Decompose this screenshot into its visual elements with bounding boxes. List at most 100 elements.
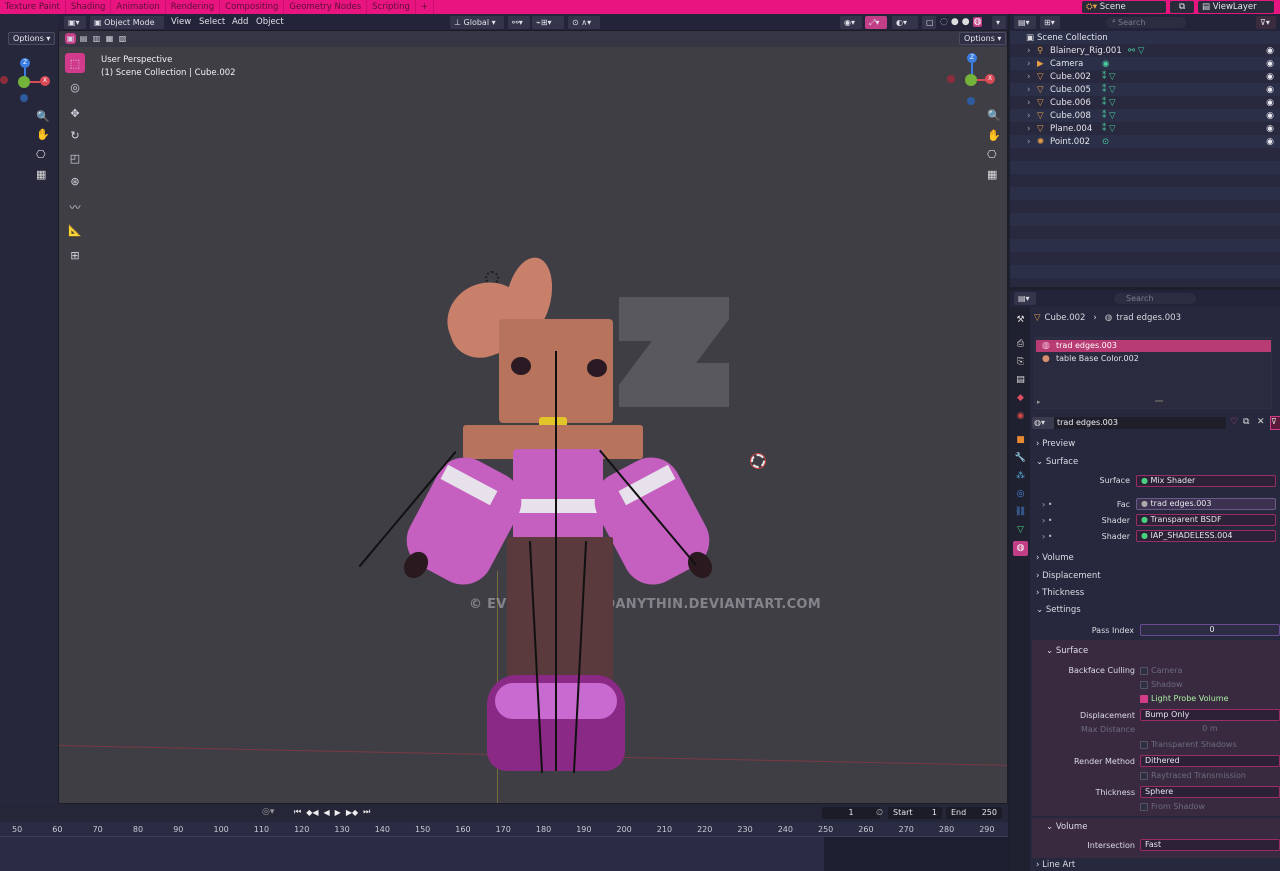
render-method-field[interactable]: Dithered — [1140, 755, 1280, 767]
fac-field[interactable]: ● trad edges.003 — [1136, 498, 1276, 510]
surface-subpanel-header[interactable]: ⌄ Surface — [1046, 646, 1088, 656]
preview-section[interactable]: › Preview — [1036, 439, 1075, 449]
solid-shading-icon[interactable]: ● — [951, 17, 959, 27]
outliner-display-mode[interactable]: ⊞▾ — [1040, 16, 1060, 29]
neg-x-axis-handle[interactable] — [0, 76, 8, 84]
expand-arrow-icon[interactable]: › — [1027, 84, 1030, 97]
fake-user-icon[interactable]: ♡ — [1230, 417, 1238, 427]
material-filter-icon[interactable]: ⊽ — [1270, 416, 1280, 430]
next-keyframe-icon[interactable]: ▶◆ — [346, 808, 358, 817]
menu-select[interactable]: Select — [199, 16, 225, 29]
navigation-gizmo[interactable]: Z X — [947, 53, 999, 109]
visibility-eye-icon[interactable]: ◉ — [1266, 97, 1274, 110]
jump-end-icon[interactable]: ⏭ — [363, 807, 370, 817]
visibility-eye-icon[interactable]: ◉ — [1266, 110, 1274, 123]
expand-arrow-icon[interactable]: › — [1027, 123, 1030, 136]
viewport-ortho-icon[interactable]: ▦ — [987, 168, 997, 181]
gizmo-neg-z-icon[interactable] — [967, 97, 975, 105]
mode-selector[interactable]: ▣ Object Mode ▾ — [90, 16, 164, 40]
volume-section[interactable]: › Volume — [1036, 553, 1074, 563]
pan-hand-icon[interactable]: ✋ — [36, 128, 50, 141]
visibility-button[interactable]: ◉▾ — [840, 16, 862, 29]
transparent-shadows-checkbox[interactable] — [1140, 741, 1148, 749]
select-subtract-icon[interactable]: ▥ — [91, 33, 102, 44]
object-data-icon[interactable]: ⊙ — [1102, 136, 1109, 149]
visibility-eye-icon[interactable]: ◉ — [1266, 84, 1274, 97]
gizmo-toggle-button[interactable]: ⤢▾ — [865, 16, 887, 29]
slot-expand-icon[interactable]: ▸ — [1037, 398, 1041, 406]
mini-nav-gizmo[interactable]: Z X — [0, 58, 54, 104]
output-tab-icon[interactable]: ⎘ — [1013, 355, 1028, 370]
menu-add[interactable]: Add — [232, 16, 248, 29]
outliner-item[interactable]: › ⚲ Blainery_Rig.001 ⚯ ▽ ◉ — [1010, 45, 1280, 58]
volume-subpanel-header[interactable]: ⌄ Volume — [1046, 822, 1087, 832]
modifier-tab-icon[interactable]: 🔧 — [1013, 451, 1028, 466]
play-reverse-icon[interactable]: ◀ — [324, 808, 330, 817]
menu-view[interactable]: View — [171, 16, 191, 29]
gizmo-z-icon[interactable]: Z — [967, 53, 977, 63]
properties-editor-type[interactable]: ▤▾ — [1014, 292, 1036, 305]
max-distance-field[interactable]: 0 m — [1140, 724, 1280, 733]
3d-cursor-icon[interactable] — [750, 453, 766, 469]
rendered-shading-icon[interactable]: ◍ — [972, 17, 983, 27]
scale-tool-icon[interactable]: ◰ — [65, 148, 85, 168]
raytraced-checkbox[interactable] — [1140, 772, 1148, 780]
gizmo-neg-x-icon[interactable] — [947, 75, 955, 83]
render-tab-icon[interactable]: ⎙ — [1013, 337, 1028, 352]
material-slot-list[interactable]: ◍ trad edges.003 ● table Base Color.002 … — [1034, 337, 1272, 409]
neg-z-axis-handle[interactable] — [20, 94, 28, 102]
scene-tab-icon[interactable]: ◆ — [1013, 391, 1028, 406]
outliner-item[interactable]: › ✺ Point.002 ⊙ ◉ — [1010, 136, 1280, 149]
visibility-eye-icon[interactable]: ◉ — [1266, 136, 1274, 149]
duplicate-material-icon[interactable]: ⧉ — [1243, 417, 1249, 427]
cursor-tool-icon[interactable]: ◎ — [65, 77, 85, 97]
world-tab-icon[interactable]: ◉ — [1013, 409, 1028, 424]
orientation-selector[interactable]: ⊥ Global ▾ — [450, 16, 504, 29]
prev-keyframe-icon[interactable]: ◆◀ — [306, 808, 318, 817]
expand-arrow-icon[interactable]: › — [1027, 97, 1030, 110]
object-data-icon[interactable]: ◉ — [1102, 58, 1109, 71]
outliner-item[interactable]: › ▶ Camera ◉ ◉ — [1010, 58, 1280, 71]
workspace-tab[interactable]: Geometry Nodes — [284, 0, 368, 14]
outliner-search-input[interactable]: Search — [1106, 17, 1186, 28]
y-axis-handle[interactable] — [18, 76, 30, 88]
visibility-eye-icon[interactable]: ◉ — [1266, 45, 1274, 58]
z-axis-handle[interactable]: Z — [20, 58, 30, 68]
camera-view-icon[interactable]: ⎔ — [36, 148, 46, 161]
material-name-field[interactable]: trad edges.003 — [1054, 417, 1226, 429]
viewlayer-selector[interactable]: ▤ ViewLayer — [1198, 1, 1274, 13]
select-extend-icon[interactable]: ▤ — [78, 33, 89, 44]
transform-tool-icon[interactable]: ⊛ — [65, 171, 85, 191]
scene-copy-button[interactable]: ⧉ — [1170, 1, 1194, 13]
material-shading-icon[interactable]: ● — [962, 17, 970, 27]
properties-search-input[interactable]: Search — [1114, 293, 1196, 304]
object-data-icon[interactable]: ⁑ ▽ — [1102, 84, 1116, 97]
visibility-eye-icon[interactable]: ◉ — [1266, 123, 1274, 136]
rotate-tool-icon[interactable]: ↻ — [65, 125, 85, 145]
x-axis-handle[interactable]: X — [40, 76, 50, 86]
workspace-tab[interactable]: Rendering — [166, 0, 221, 14]
preview-range-icon[interactable]: ⏲ — [876, 808, 883, 818]
material-slot[interactable]: ● table Base Color.002 — [1036, 353, 1271, 365]
surface-shader-field[interactable]: ● Mix Shader — [1136, 475, 1276, 487]
options-button-right[interactable]: Options ▾ — [959, 32, 1007, 45]
wireframe-shading-icon[interactable]: ◌ — [940, 17, 948, 27]
shadow-checkbox[interactable] — [1140, 681, 1148, 689]
expand-arrow-icon[interactable]: › — [1027, 71, 1030, 84]
list-resize-grip[interactable] — [1155, 400, 1163, 402]
material-tab-icon[interactable]: ◍ — [1013, 541, 1028, 556]
workspace-tab[interactable]: Compositing — [220, 0, 285, 14]
annotate-tool-icon[interactable]: 〰 — [65, 197, 85, 217]
scene-selector[interactable]: ⛭▾ Scene — [1082, 1, 1166, 13]
jump-start-icon[interactable]: ⏮ — [294, 807, 301, 817]
displacement-section[interactable]: › Displacement — [1036, 571, 1101, 581]
particles-tab-icon[interactable]: ⁂ — [1013, 469, 1028, 484]
measure-tool-icon[interactable]: 📐 — [65, 220, 85, 240]
add-workspace-button[interactable]: + — [416, 0, 435, 14]
add-cube-tool-icon[interactable]: ⊞ — [65, 245, 85, 265]
gizmo-y-icon[interactable] — [965, 74, 977, 86]
proportional-edit-button[interactable]: ⊙ ∧▾ — [568, 16, 600, 29]
zoom-icon[interactable]: 🔍 — [36, 110, 50, 123]
shader1-field[interactable]: ● Transparent BSDF — [1136, 514, 1276, 526]
start-frame-field[interactable]: Start 1 — [888, 807, 942, 819]
